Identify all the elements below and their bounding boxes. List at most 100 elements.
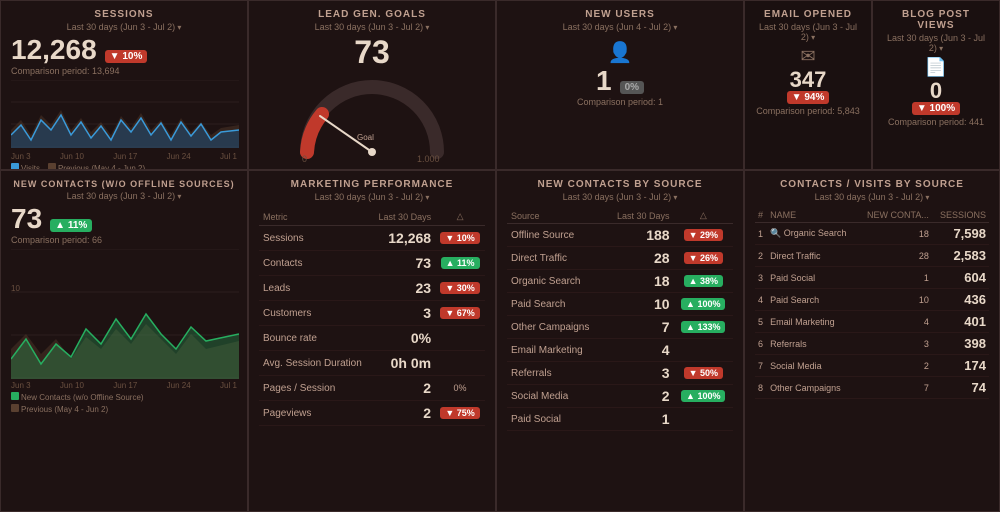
- src-col-last30: Last 30 Days: [605, 208, 674, 224]
- newusers-subtitle[interactable]: Last 30 days (Jun 4 - Jul 2): [507, 22, 733, 32]
- source-name: Paid Social: [507, 408, 605, 431]
- gauge-container: 73 0 1,000 Goal: [259, 36, 485, 162]
- email-badge: ▼ 94%: [787, 91, 830, 104]
- source-name: Email Marketing: [507, 339, 605, 362]
- visit-num: 6: [755, 333, 767, 355]
- leadgen-panel: LEAD GEN. GOALS Last 30 days (Jun 3 - Ju…: [248, 0, 496, 170]
- marketing-panel: MARKETING PERFORMANCE Last 30 days (Jun …: [248, 170, 496, 512]
- metric-delta: 0%: [435, 376, 485, 401]
- visit-num: 2: [755, 245, 767, 267]
- source-row: Organic Search 18 ▲ 38%: [507, 270, 733, 293]
- visit-sessions: 7,598: [932, 223, 989, 245]
- sessions-chart: [11, 80, 237, 150]
- metric-value: 2: [371, 401, 435, 426]
- source-name: Referrals: [507, 362, 605, 385]
- visits-row: 5 Email Marketing 4 401: [755, 311, 989, 333]
- visit-contacts: 18: [857, 223, 931, 245]
- visits-title: CONTACTS / VISITS BY SOURCE: [755, 179, 989, 190]
- visit-sessions: 604: [932, 267, 989, 289]
- source-row: Other Campaigns 7 ▲ 133%: [507, 316, 733, 339]
- visit-name: Paid Social: [767, 267, 857, 289]
- visit-sessions: 74: [932, 377, 989, 399]
- source-delta: [674, 408, 733, 431]
- metric-value: 12,268: [371, 226, 435, 251]
- sessions-legend: Visits Previous (May 4 - Jun 2): [11, 163, 237, 170]
- contacts-badge: ▲ 11%: [50, 219, 92, 232]
- marketing-subtitle[interactable]: Last 30 days (Jun 3 - Jul 2): [259, 192, 485, 202]
- visit-name: Social Media: [767, 355, 857, 377]
- visit-contacts: 1: [857, 267, 931, 289]
- source-row: Email Marketing 4: [507, 339, 733, 362]
- metric-delta: ▼ 30%: [435, 276, 485, 301]
- contacts-title: NEW CONTACTS (W/O OFFLINE SOURCES): [11, 179, 237, 189]
- vis-col-sessions: SESSIONS: [932, 208, 989, 223]
- metric-delta: ▼ 67%: [435, 301, 485, 326]
- visit-name: Paid Search: [767, 289, 857, 311]
- visit-num: 5: [755, 311, 767, 333]
- visit-name: Other Campaigns: [767, 377, 857, 399]
- email-icon: ✉: [800, 46, 815, 67]
- visits-subtitle[interactable]: Last 30 days (Jun 3 - Jul 2): [755, 192, 989, 202]
- email-panel: EMAIL OPENED Last 30 days (Jun 3 - Jul 2…: [744, 0, 872, 170]
- email-subtitle[interactable]: Last 30 days (Jun 3 - Jul 2): [755, 22, 861, 42]
- top-right-panels: EMAIL OPENED Last 30 days (Jun 3 - Jul 2…: [744, 0, 1000, 170]
- sessions-title: SESSIONS: [11, 9, 237, 20]
- source-delta: ▼ 26%: [674, 247, 733, 270]
- metric-name: Leads: [259, 276, 371, 301]
- source-value: 4: [605, 339, 674, 362]
- visits-row: 3 Paid Social 1 604: [755, 267, 989, 289]
- visit-sessions: 2,583: [932, 245, 989, 267]
- contacts-subtitle[interactable]: Last 30 days (Jun 3 - Jul 2): [11, 191, 237, 201]
- source-delta: ▲ 133%: [674, 316, 733, 339]
- user-icon: 👤: [608, 40, 633, 65]
- visit-num: 8: [755, 377, 767, 399]
- metric-delta: ▼ 10%: [435, 226, 485, 251]
- metric-name: Sessions: [259, 226, 371, 251]
- contacts-comparison: Comparison period: 66: [11, 235, 237, 245]
- source-delta: ▼ 50%: [674, 362, 733, 385]
- metric-delta: ▲ 11%: [435, 251, 485, 276]
- source-name: Paid Search: [507, 293, 605, 316]
- sessions-badge: ▼ 10%: [105, 50, 148, 63]
- source-value: 3: [605, 362, 674, 385]
- metric-value: 0%: [371, 326, 435, 351]
- source-delta: ▼ 29%: [674, 224, 733, 247]
- leadgen-subtitle[interactable]: Last 30 days (Jun 3 - Jul 2): [259, 22, 485, 32]
- svg-text:Goal: Goal: [357, 133, 374, 142]
- leadgen-title: LEAD GEN. GOALS: [259, 9, 485, 20]
- metric-value: 2: [371, 376, 435, 401]
- dashboard: SESSIONS Last 30 days (Jun 3 - Jul 2) 12…: [0, 0, 1000, 512]
- marketing-row: Contacts 73 ▲ 11%: [259, 251, 485, 276]
- visits-row: 6 Referrals 3 398: [755, 333, 989, 355]
- marketing-row: Bounce rate 0%: [259, 326, 485, 351]
- visit-name: Email Marketing: [767, 311, 857, 333]
- col-last30: Last 30 Days: [371, 208, 435, 226]
- source-value: 18: [605, 270, 674, 293]
- blog-panel: BLOG POST VIEWS Last 30 days (Jun 3 - Ju…: [872, 0, 1000, 170]
- visits-row: 1 🔍 Organic Search 18 7,598: [755, 223, 989, 245]
- metric-name: Avg. Session Duration: [259, 351, 371, 376]
- vis-col-name: NAME: [767, 208, 857, 223]
- source-row: Paid Social 1: [507, 408, 733, 431]
- source-name: Social Media: [507, 385, 605, 408]
- marketing-row: Leads 23 ▼ 30%: [259, 276, 485, 301]
- sessions-comparison: Comparison period: 13,694: [11, 66, 237, 76]
- sources-subtitle[interactable]: Last 30 days (Jun 3 - Jul 2): [507, 192, 733, 202]
- vis-col-num: #: [755, 208, 767, 223]
- sessions-subtitle[interactable]: Last 30 days (Jun 3 - Jul 2): [11, 22, 237, 32]
- source-row: Referrals 3 ▼ 50%: [507, 362, 733, 385]
- blog-subtitle[interactable]: Last 30 days (Jun 3 - Jul 2): [883, 33, 989, 53]
- sources-table: Source Last 30 Days △ Offline Source 188…: [507, 208, 733, 431]
- src-col-source: Source: [507, 208, 605, 224]
- newusers-title: NEW USERS: [507, 9, 733, 20]
- source-name: Organic Search: [507, 270, 605, 293]
- leadgen-value: 73: [354, 36, 390, 68]
- email-title: EMAIL OPENED: [755, 9, 861, 20]
- newusers-content: 👤 1 0% Comparison period: 1: [507, 36, 733, 107]
- newusers-value: 1: [596, 67, 612, 95]
- src-col-delta: △: [674, 208, 733, 224]
- marketing-row: Sessions 12,268 ▼ 10%: [259, 226, 485, 251]
- email-value: 347: [790, 69, 827, 91]
- vis-col-contacts: NEW CONTA...: [857, 208, 931, 223]
- visit-num: 1: [755, 223, 767, 245]
